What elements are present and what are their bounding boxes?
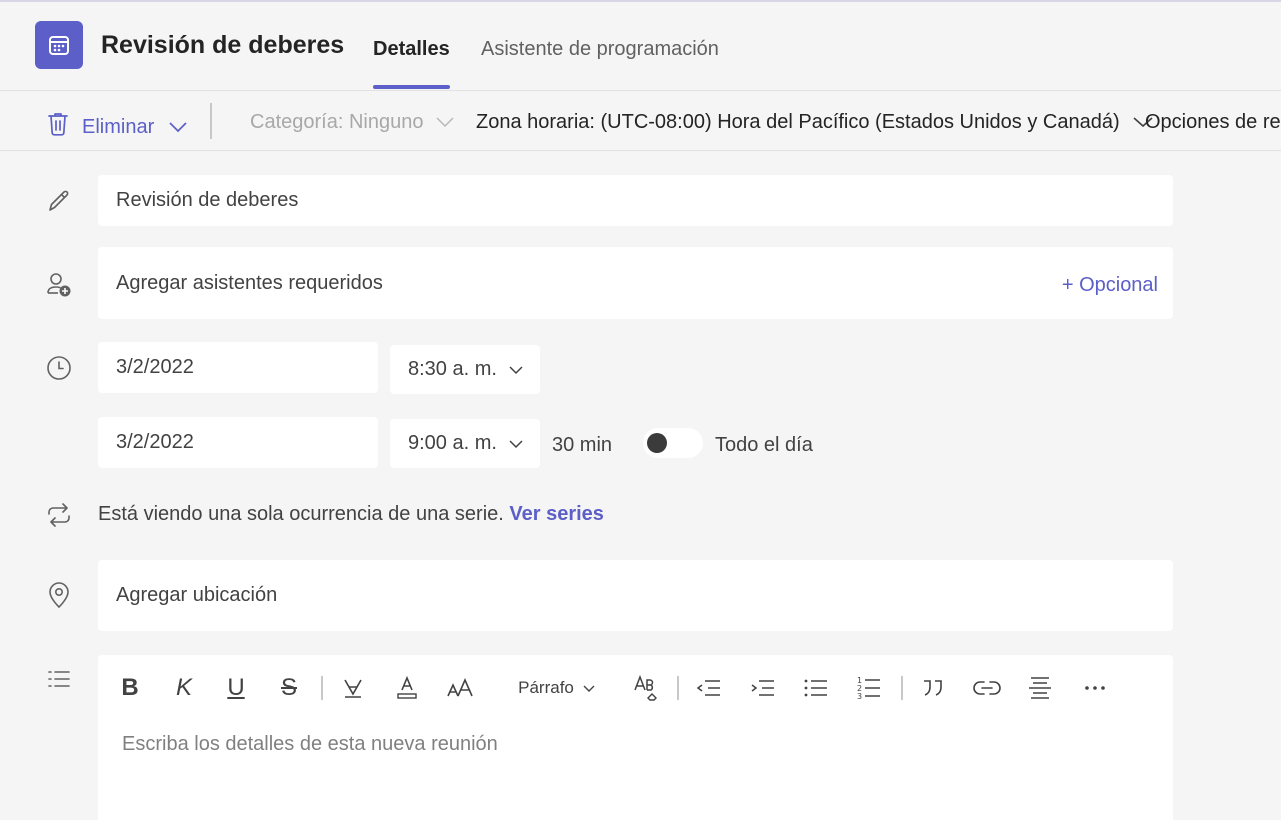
category-dropdown[interactable]: Categoría: Ninguno (250, 111, 455, 134)
link-icon[interactable] (973, 672, 1001, 704)
more-options-icon[interactable] (1081, 672, 1109, 704)
all-day-label: Todo el día (715, 434, 813, 456)
tab-scheduling-assistant[interactable]: Asistente de programación (481, 38, 719, 61)
timezone-label: Zona horaria: (UTC-08:00) Hora del Pacíf… (476, 111, 1120, 133)
highlight-icon[interactable] (340, 672, 366, 704)
start-time-dropdown[interactable]: 8:30 a. m. (390, 345, 540, 394)
add-optional-attendees-link[interactable]: + Opcional (1062, 274, 1158, 297)
meeting-title-input[interactable]: Revisión de deberes (98, 175, 1173, 226)
add-person-icon (45, 271, 73, 299)
required-attendees-input[interactable]: Agregar asistentes requeridos + Opcional (98, 247, 1173, 319)
toolbar-divider (210, 103, 212, 139)
location-placeholder: Agregar ubicación (116, 584, 278, 606)
category-label: Categoría: Ninguno (250, 111, 424, 133)
repeat-icon (45, 501, 73, 529)
end-time-dropdown[interactable]: 9:00 a. m. (390, 419, 540, 468)
view-series-link[interactable]: Ver series (509, 503, 604, 525)
start-date-input[interactable]: 3/2/2022 (98, 342, 378, 393)
horizontal-rule-icon[interactable] (1027, 672, 1053, 704)
meeting-details-editor[interactable]: B K U S Párrafo 123 Escriba los detalles… (98, 655, 1173, 820)
font-color-icon[interactable] (394, 672, 420, 704)
start-date-value: 3/2/2022 (116, 356, 194, 378)
location-input[interactable]: Agregar ubicación (98, 560, 1173, 631)
chevron-down-icon (435, 111, 455, 134)
trash-icon (46, 111, 70, 143)
series-notice-text: Está viendo una sola ocurrencia de una s… (98, 503, 504, 525)
chevron-down-icon (508, 358, 524, 381)
header: Revisión de deberes Detalles Asistente d… (0, 2, 1281, 90)
italic-button[interactable]: K (172, 672, 196, 704)
details-list-icon (45, 665, 73, 693)
bold-button[interactable]: B (118, 672, 142, 704)
decrease-indent-icon[interactable] (696, 672, 722, 704)
paragraph-style-label: Párrafo (518, 678, 574, 697)
page-title: Revisión de deberes (101, 31, 345, 59)
bullet-list-icon[interactable] (803, 672, 829, 704)
editor-placeholder: Escriba los detalles de esta nueva reuni… (122, 733, 498, 755)
duration-label: 30 min (552, 434, 613, 456)
pencil-icon (45, 187, 73, 215)
font-size-icon[interactable] (446, 672, 476, 704)
command-toolbar: Eliminar Categoría: Ninguno Zona horaria… (0, 90, 1281, 151)
series-notice: Está viendo una sola ocurrencia de una s… (98, 503, 604, 526)
chevron-down-icon (582, 678, 596, 698)
attendees-placeholder: Agregar asistentes requeridos (116, 272, 383, 294)
chevron-down-icon[interactable] (168, 116, 188, 139)
end-time-value: 9:00 a. m. (408, 432, 497, 454)
editor-divider (901, 676, 903, 700)
clock-icon (45, 354, 73, 382)
response-options-button[interactable]: Opciones de re (1145, 111, 1281, 134)
clear-formatting-icon[interactable] (632, 672, 662, 704)
paragraph-style-dropdown[interactable]: Párrafo (514, 672, 600, 704)
end-date-value: 3/2/2022 (116, 431, 194, 453)
start-time-value: 8:30 a. m. (408, 358, 497, 380)
editor-divider (677, 676, 679, 700)
delete-label: Eliminar (82, 115, 155, 138)
numbered-list-icon[interactable]: 123 (856, 672, 882, 704)
delete-button[interactable]: Eliminar (46, 111, 188, 143)
toggle-knob (647, 433, 667, 453)
increase-indent-icon[interactable] (750, 672, 776, 704)
location-pin-icon (45, 581, 73, 609)
all-day-toggle[interactable] (643, 428, 703, 458)
tab-details-label: Detalles (373, 38, 450, 60)
active-tab-indicator (373, 85, 450, 89)
svg-text:3: 3 (857, 692, 862, 701)
end-date-input[interactable]: 3/2/2022 (98, 417, 378, 468)
meeting-title-value: Revisión de deberes (116, 189, 299, 211)
calendar-icon (35, 21, 83, 69)
quote-icon[interactable] (920, 672, 946, 704)
editor-divider (321, 676, 323, 700)
strikethrough-button[interactable]: S (277, 672, 301, 704)
chevron-down-icon (508, 432, 524, 455)
underline-button[interactable]: U (224, 672, 248, 704)
tab-details[interactable]: Detalles (373, 38, 450, 89)
timezone-dropdown[interactable]: Zona horaria: (UTC-08:00) Hora del Pacíf… (476, 111, 1154, 134)
